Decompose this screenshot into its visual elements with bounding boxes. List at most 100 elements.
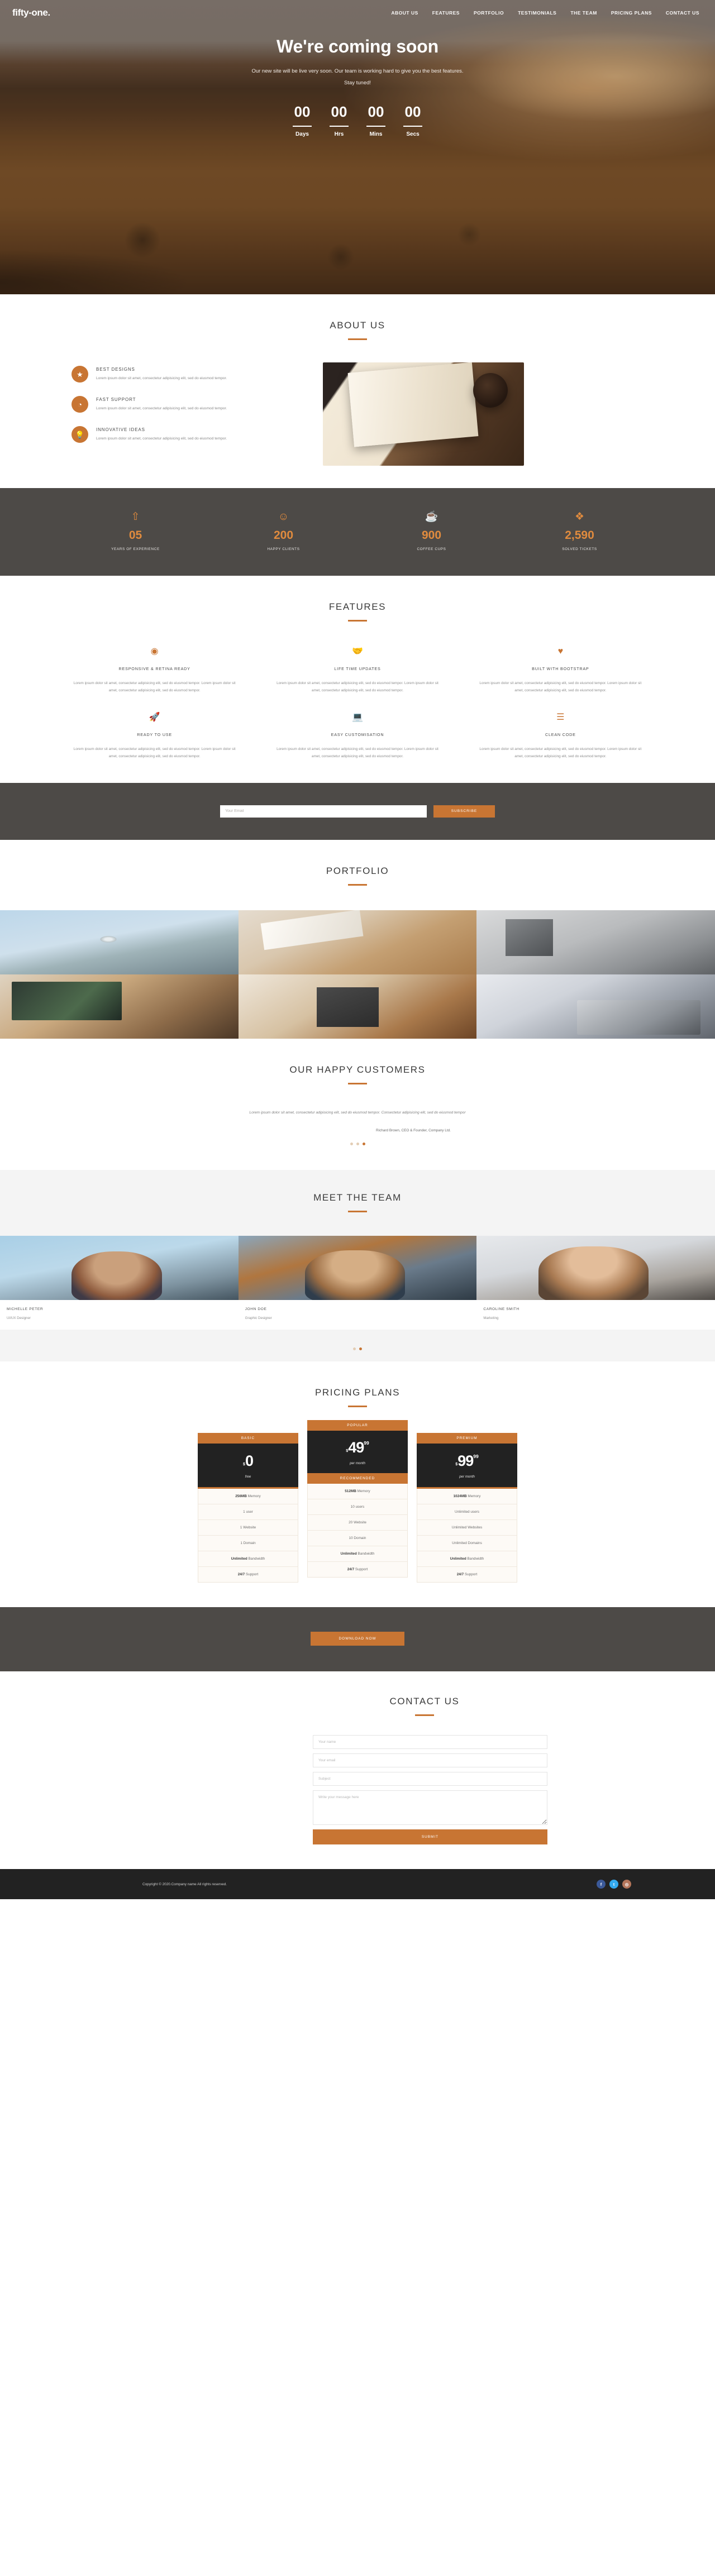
- nav-item-testimonials[interactable]: TESTIMONIALS: [518, 10, 556, 16]
- portfolio-item-desk-supplies[interactable]: [238, 910, 477, 974]
- nav-item-features[interactable]: FEATURES: [432, 10, 460, 16]
- contact-form: SUBMIT: [313, 1735, 547, 1845]
- team-member-name: MICHELLE PETER: [7, 1307, 44, 1312]
- team-member-name: JOHN DOE: [245, 1307, 267, 1312]
- team-member-michelle-peter[interactable]: MICHELLE PETER UI/UX Designer: [0, 1236, 239, 1330]
- contact-subject-input[interactable]: [313, 1772, 547, 1786]
- testimonial-author: Richard Brown, CEO & Founder, Company Lt…: [376, 1129, 451, 1133]
- portfolio-item-camera-poster[interactable]: [476, 974, 715, 1039]
- feature-text: Lorem ipsum dolor sit amet, consectetur …: [277, 747, 438, 759]
- nav-item-portfolio[interactable]: PORTFOLIO: [474, 10, 504, 16]
- team-member-photo: [0, 1236, 239, 1301]
- portfolio-section: PORTFOLIO: [0, 839, 715, 1039]
- contact-submit-button[interactable]: SUBMIT: [313, 1829, 547, 1845]
- nav-item-pricing-plans[interactable]: PRICING PLANS: [611, 10, 652, 16]
- features-title: FEATURES: [328, 601, 387, 612]
- portfolio-item-gadgets-flatlay[interactable]: [476, 910, 715, 974]
- countdown-minutes: 00 Mins: [361, 104, 390, 138]
- code-lines-icon: ☰: [556, 713, 565, 723]
- smiley-icon: ☺: [278, 511, 289, 523]
- feature-ready-to-use: 🚀 READY TO USE Lorem ipsum dolor sit ame…: [61, 713, 247, 760]
- download-section: DOWNLOAD NOW: [0, 1607, 715, 1672]
- facebook-icon[interactable]: f: [597, 1880, 606, 1889]
- feature-text: Lorem ipsum dolor sit amet, consectetur …: [479, 747, 642, 759]
- team-member-role: Marketing: [483, 1316, 499, 1321]
- portfolio-item-drone[interactable]: [0, 910, 239, 974]
- feature-title: BUILT WITH BOOTSTRAP: [532, 666, 589, 671]
- plan-feature: 24/7 Support: [347, 1567, 368, 1572]
- countdown-minutes-label: Mins: [369, 131, 383, 138]
- team-member-role: Graphic Designer: [245, 1316, 272, 1321]
- plan-feature: 1024MB Memory: [417, 1489, 517, 1505]
- plan-recommended-badge: RECOMMENDED: [307, 1473, 408, 1484]
- carousel-dot-active[interactable]: [362, 1143, 365, 1146]
- team-member-photo: [476, 1236, 715, 1301]
- team-member-role: UI/UX Designer: [7, 1316, 31, 1321]
- contact-name-input[interactable]: [313, 1735, 547, 1750]
- countdown-seconds-value: 00: [404, 103, 421, 120]
- boxes-icon: ❖: [574, 511, 585, 523]
- testimonials-section: OUR HAPPY CUSTOMERS Lorem ipsum dolor si…: [0, 1038, 715, 1170]
- plan-price-block: $ 0 free: [198, 1444, 298, 1489]
- laptop-icon: 💻: [352, 713, 363, 723]
- stat-value: 05: [128, 529, 142, 542]
- feature-text: Lorem ipsum dolor sit amet, consectetur …: [277, 681, 438, 693]
- subscribe-email-input[interactable]: [220, 805, 427, 818]
- hero-section: fifty-one. ABOUT US FEATURES PORTFOLIO T…: [0, 0, 715, 294]
- plan-amount: 49: [348, 1439, 364, 1456]
- nav-item-contact-us[interactable]: CONTACT US: [666, 10, 699, 16]
- contact-email-input[interactable]: [313, 1753, 547, 1768]
- countdown-seconds: 00 Secs: [398, 103, 427, 137]
- plan-feature: 1 Domain: [198, 1536, 298, 1552]
- carousel-dot[interactable]: [350, 1143, 353, 1146]
- team-section: MEET THE TEAM MICHELLE PETER UI/UX Desig…: [0, 1170, 715, 1362]
- site-logo[interactable]: fifty-one.: [12, 7, 50, 18]
- pricing-heading: PRICING PLANS: [61, 1387, 654, 1408]
- stat-value: 900: [421, 529, 442, 542]
- plan-feature-list: 256MB Memory 1 user 1 Website 1 Domain U…: [198, 1489, 298, 1583]
- footer: Copyright © 2020.Company name All rights…: [0, 1869, 715, 1900]
- portfolio-heading: PORTFOLIO: [61, 866, 654, 886]
- social-links: f t ◎: [597, 1880, 631, 1889]
- carousel-dot[interactable]: [356, 1143, 359, 1146]
- countdown-hours-value: 00: [331, 103, 347, 120]
- plan-feature: Unlimited Bandwidth: [308, 1546, 407, 1562]
- plan-feature: Unlimited Websites: [417, 1520, 517, 1536]
- carousel-dot-active[interactable]: [359, 1347, 362, 1351]
- plan-feature: 20 Website: [308, 1515, 407, 1531]
- twitter-icon[interactable]: t: [609, 1880, 618, 1889]
- about-image-notebook-and-coffee: [323, 362, 524, 466]
- feature-title: RESPONSIVE & RETINA READY: [118, 666, 190, 671]
- about-item-text: Lorem ipsum dolor sit amet, consectetur …: [96, 437, 227, 441]
- testimonial-quote: Lorem ipsum dolor sit amet, consectetur …: [249, 1110, 466, 1115]
- subscribe-button[interactable]: SUBSCRIBE: [433, 805, 495, 818]
- plan-feature: Unlimited Domains: [417, 1536, 517, 1552]
- countdown-days-label: Days: [295, 131, 309, 138]
- feature-life-time-updates: 🤝 LIFE TIME UPDATES Lorem ipsum dolor si…: [264, 647, 450, 694]
- testimonial-carousel-dots: [61, 1143, 654, 1146]
- portfolio-title: PORTFOLIO: [326, 865, 389, 876]
- instagram-icon[interactable]: ◎: [622, 1880, 631, 1889]
- nav-item-the-team[interactable]: THE TEAM: [570, 10, 597, 16]
- contact-message-textarea[interactable]: [313, 1790, 547, 1825]
- plan-cents: 99: [473, 1454, 479, 1460]
- feature-text: Lorem ipsum dolor sit amet, consectetur …: [479, 681, 642, 693]
- handshake-icon: 🤝: [352, 647, 363, 656]
- carousel-dot[interactable]: [353, 1347, 356, 1351]
- section-underline: [415, 1714, 434, 1717]
- section-underline: [348, 883, 367, 886]
- stat-value: 2,590: [565, 529, 594, 542]
- contact-title: CONTACT US: [389, 1696, 460, 1707]
- nav-item-about-us[interactable]: ABOUT US: [391, 10, 418, 16]
- team-member-caroline-smith[interactable]: CAROLINE SMITH Marketing: [476, 1236, 715, 1330]
- countdown-hours-label: Hrs: [334, 131, 344, 138]
- team-member-john-doe[interactable]: JOHN DOE Graphic Designer: [238, 1236, 477, 1330]
- plan-name-badge: BASIC: [198, 1433, 298, 1444]
- download-now-button[interactable]: DOWNLOAD NOW: [311, 1632, 404, 1646]
- about-section: ABOUT US ★ BEST DESIGNS Lorem ipsum dolo…: [0, 294, 715, 488]
- portfolio-item-explore-book[interactable]: [238, 974, 477, 1039]
- about-item-fast-support: ◔ FAST SUPPORT Lorem ipsum dolor sit ame…: [72, 396, 306, 413]
- portfolio-item-imac-desk[interactable]: [0, 974, 239, 1039]
- about-item-text: Lorem ipsum dolor sit amet, consectetur …: [96, 407, 227, 410]
- subscribe-section: SUBSCRIBE: [0, 782, 715, 840]
